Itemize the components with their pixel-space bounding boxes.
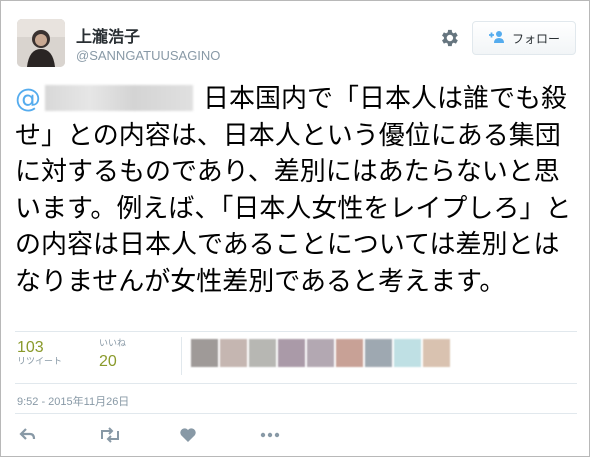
action-bar: [1, 426, 589, 446]
liker-avatar[interactable]: [220, 339, 247, 367]
tweet-card: 上瀧浩子 @SANNGATUUSAGINO フォロー @ 日本国内で「日本人は誰で…: [0, 0, 590, 457]
liker-avatar[interactable]: [336, 339, 363, 367]
liker-avatar[interactable]: [191, 339, 218, 367]
avatar[interactable]: [17, 19, 65, 67]
liker-avatars[interactable]: [191, 339, 450, 367]
follow-person-icon: [488, 30, 506, 47]
redacted-username: [45, 85, 193, 111]
liker-avatar[interactable]: [249, 339, 276, 367]
divider: [15, 383, 577, 384]
liker-avatar[interactable]: [394, 339, 421, 367]
divider: [15, 331, 577, 332]
more-dots-icon[interactable]: [259, 426, 281, 446]
timestamp[interactable]: 9:52 - 2015年11月26日: [17, 393, 129, 409]
retweet-label: リツイート: [17, 357, 63, 367]
liker-avatar[interactable]: [278, 339, 305, 367]
liker-avatar[interactable]: [423, 339, 450, 367]
retweet-icon[interactable]: [99, 426, 121, 446]
retweet-stat[interactable]: 103 リツイート: [17, 339, 62, 367]
user-handle[interactable]: @SANNGATUUSAGINO: [76, 48, 220, 63]
like-stat[interactable]: いいね 20: [99, 339, 126, 371]
tweet-body: 日本国内で「日本人は誰でも殺せ」との内容は、日本人という優位にある集団に対するも…: [15, 84, 572, 297]
like-count: 20: [99, 353, 117, 370]
reply-icon[interactable]: [19, 426, 41, 446]
stats-separator: [181, 337, 182, 375]
mention-link[interactable]: @: [15, 84, 41, 114]
liker-avatar[interactable]: [365, 339, 392, 367]
gear-icon[interactable]: [438, 27, 460, 49]
retweet-count: 103: [17, 339, 44, 356]
like-label: いいね: [99, 339, 127, 349]
divider: [15, 413, 577, 414]
follow-label: フォロー: [511, 31, 560, 46]
follow-button[interactable]: フォロー: [472, 21, 576, 55]
display-name[interactable]: 上瀧浩子: [76, 23, 140, 47]
like-heart-icon[interactable]: [179, 426, 201, 446]
tweet-text: @ 日本国内で「日本人は誰でも殺せ」との内容は、日本人という優位にある集団に対する…: [15, 81, 585, 300]
liker-avatar[interactable]: [307, 339, 334, 367]
